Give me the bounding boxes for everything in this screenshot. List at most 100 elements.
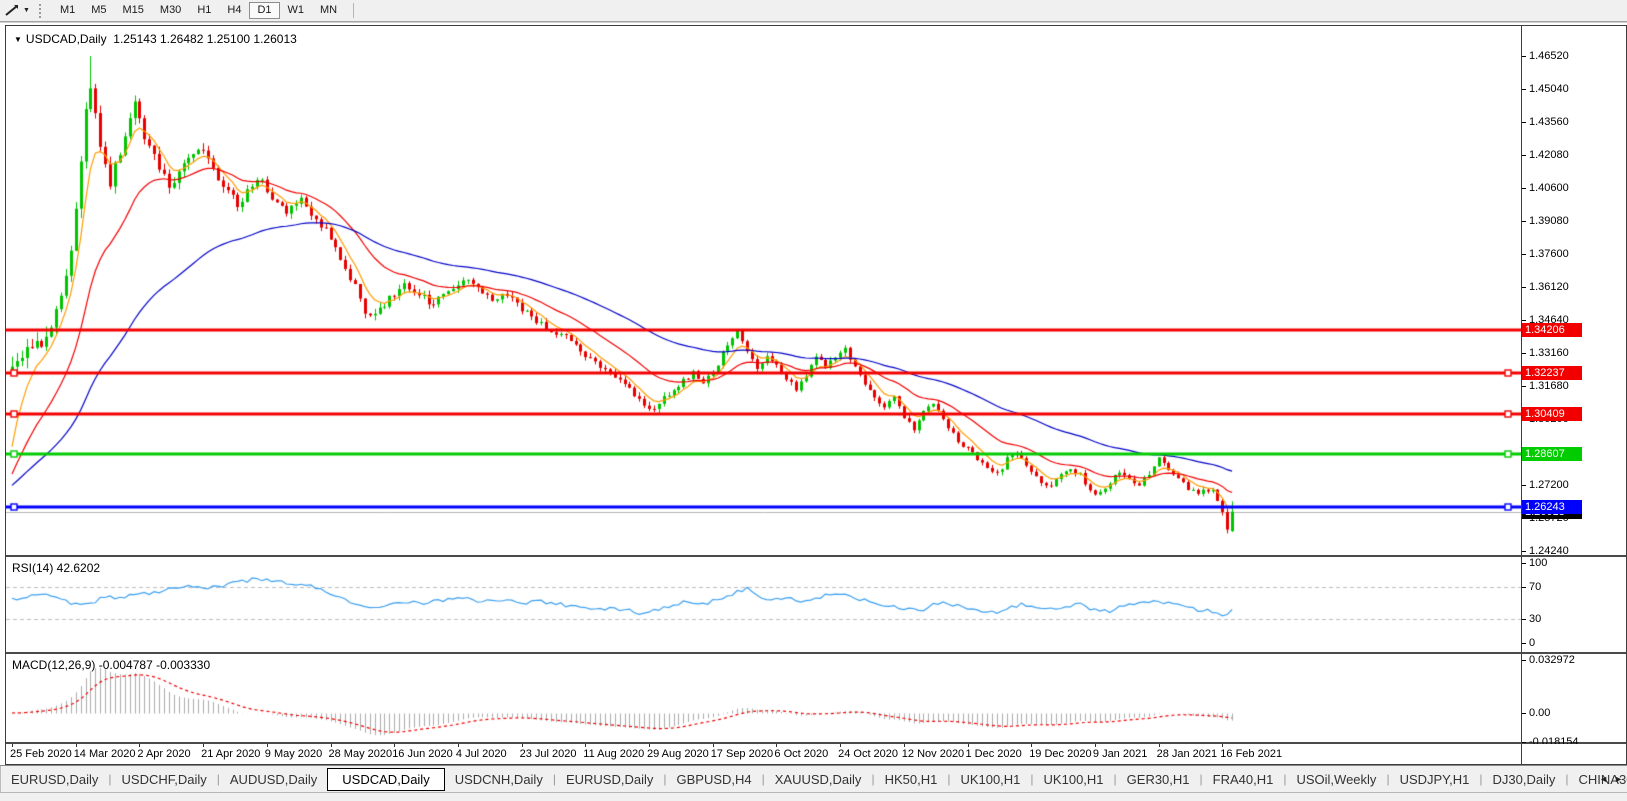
price-tick-mark — [1522, 485, 1526, 486]
date-label: 1 Dec 2020 — [966, 748, 1022, 760]
date-tick-mark — [139, 744, 140, 747]
date-label: 12 Nov 2020 — [902, 748, 964, 760]
rsi-tick-mark — [1522, 563, 1526, 564]
macd-tick-label: 0.032972 — [1529, 654, 1575, 666]
timeframe-button-m15[interactable]: M15 — [115, 2, 152, 19]
date-tick-mark — [968, 744, 969, 747]
rsi-tick-mark — [1522, 619, 1526, 620]
price-tick-mark — [1522, 221, 1526, 222]
tab-scroll-right-icon[interactable]: ► — [1614, 774, 1623, 784]
price-tick-mark — [1522, 287, 1526, 288]
timeframe-button-h1[interactable]: H1 — [189, 2, 219, 19]
rsi-tick-label: 100 — [1529, 557, 1547, 569]
date-tick-mark — [1095, 744, 1096, 747]
date-label: 28 Jan 2021 — [1157, 748, 1218, 760]
bottom-tab-usoil-weekly[interactable]: USOil,Weekly — [1286, 769, 1386, 790]
bottom-tab-xauusd-daily[interactable]: XAUUSD,Daily — [765, 769, 872, 790]
date-axis-corner — [1521, 744, 1626, 764]
timeframe-button-mn[interactable]: MN — [312, 2, 345, 19]
rsi-panel: RSI(14) 42.6202 10070300 — [6, 557, 1626, 654]
bottom-tab-fra40-h1[interactable]: FRA40,H1 — [1203, 769, 1284, 790]
date-label: 25 Feb 2020 — [10, 748, 72, 760]
rsi-axis: 10070300 — [1521, 557, 1626, 652]
macd-tick-mark — [1522, 713, 1526, 714]
date-label: 29 Aug 2020 — [647, 748, 709, 760]
hline-price-tag-1.34206: 1.34206 — [1522, 323, 1582, 337]
bottom-tab-eurusd-daily[interactable]: EURUSD,Daily — [556, 769, 663, 790]
price-tick-mark — [1522, 188, 1526, 189]
price-tick-label: 1.37600 — [1529, 248, 1569, 260]
date-tick-mark — [12, 744, 13, 747]
bottom-tab-audusd-daily[interactable]: AUDUSD,Daily — [220, 769, 327, 790]
price-tick-label: 1.27200 — [1529, 479, 1569, 491]
date-label: 14 Mar 2020 — [74, 748, 136, 760]
chart-title: ▼USDCAD,Daily 1.25143 1.26482 1.25100 1.… — [14, 32, 297, 46]
macd-canvas[interactable] — [6, 654, 1521, 742]
date-label: 9 May 2020 — [265, 748, 322, 760]
bottom-tab-uk100-h1[interactable]: UK100,H1 — [950, 769, 1030, 790]
dropdown-arrow-icon[interactable]: ▼ — [23, 7, 30, 14]
rsi-label: RSI(14) 42.6202 — [12, 561, 100, 575]
bottom-tab-usdcnh-daily[interactable]: USDCNH,Daily — [445, 769, 553, 790]
price-tick-mark — [1522, 56, 1526, 57]
trendline-tool-icon — [4, 4, 20, 17]
price-tick-label: 1.42080 — [1529, 149, 1569, 161]
timeframe-button-d1[interactable]: D1 — [249, 2, 279, 19]
date-tick-mark — [394, 744, 395, 747]
date-label: 24 Oct 2020 — [838, 748, 898, 760]
bottom-tab-ger30-h1[interactable]: GER30,H1 — [1117, 769, 1200, 790]
rsi-tick-label: 70 — [1529, 581, 1541, 593]
main-chart-canvas[interactable] — [6, 26, 1521, 555]
bottom-tab-gbpusd-h4[interactable]: GBPUSD,H4 — [666, 769, 761, 790]
timeframe-button-h4[interactable]: H4 — [219, 2, 249, 19]
price-tick-mark — [1522, 320, 1526, 321]
hline-price-tag-1.32237: 1.32237 — [1522, 366, 1582, 380]
date-tick-mark — [585, 744, 586, 747]
date-label: 4 Jul 2020 — [456, 748, 507, 760]
rsi-canvas[interactable] — [6, 557, 1521, 652]
tab-scroll-left-icon[interactable]: ◄ — [1599, 774, 1608, 784]
hline-price-tag-1.26243: 1.26243 — [1522, 500, 1582, 514]
price-axis: 1.465201.450401.435601.420801.406001.390… — [1521, 26, 1626, 555]
date-label: 6 Oct 2020 — [774, 748, 828, 760]
macd-tick-label: 0.00 — [1529, 707, 1550, 719]
timeframe-button-m30[interactable]: M30 — [152, 2, 189, 19]
date-label: 9 Jan 2021 — [1093, 748, 1147, 760]
date-label: 16 Feb 2021 — [1220, 748, 1282, 760]
price-tick-mark — [1522, 122, 1526, 123]
price-tick-label: 1.45040 — [1529, 83, 1569, 95]
date-tick-mark — [1031, 744, 1032, 747]
draw-tool-button[interactable]: ▼ — [4, 4, 30, 17]
timeframe-button-w1[interactable]: W1 — [280, 2, 313, 19]
chart-tab-bar: EURUSD,Daily|USDCHF,Daily|AUDUSD,DailyUS… — [0, 765, 1627, 792]
price-tick-label: 1.33160 — [1529, 347, 1569, 359]
chart-symbol-label: USDCAD,Daily — [26, 32, 107, 46]
date-tick-mark — [840, 744, 841, 747]
bottom-tab-hk50-h1[interactable]: HK50,H1 — [875, 769, 948, 790]
timeframe-button-m5[interactable]: M5 — [83, 2, 114, 19]
hline-price-tag-1.30409: 1.30409 — [1522, 407, 1582, 421]
price-tick-label: 1.39080 — [1529, 215, 1569, 227]
bottom-tab-usdchf-daily[interactable]: USDCHF,Daily — [112, 769, 217, 790]
price-tick-label: 1.36120 — [1529, 281, 1569, 293]
price-tick-mark — [1522, 551, 1526, 552]
date-tick-mark — [203, 744, 204, 747]
rsi-tick-label: 0 — [1529, 637, 1535, 649]
rsi-tick-mark — [1522, 587, 1526, 588]
date-tick-mark — [76, 744, 77, 747]
bottom-tab-usdcad-daily[interactable]: USDCAD,Daily — [327, 768, 444, 791]
bottom-tab-dj30-daily[interactable]: DJ30,Daily — [1483, 769, 1566, 790]
toolbar-grip — [39, 4, 44, 18]
date-tick-mark — [331, 744, 332, 747]
date-tick-mark — [904, 744, 905, 747]
bottom-tab-uk100-h1[interactable]: UK100,H1 — [1034, 769, 1114, 790]
timeframe-button-m1[interactable]: M1 — [52, 2, 83, 19]
chart-collapse-icon[interactable]: ▼ — [14, 35, 22, 44]
date-label: 16 Jun 2020 — [392, 748, 453, 760]
price-tick-label: 1.43560 — [1529, 116, 1569, 128]
bottom-tab-eurusd-daily[interactable]: EURUSD,Daily — [1, 769, 108, 790]
rsi-tick-mark — [1522, 643, 1526, 644]
toolbar-divider — [353, 3, 354, 18]
bottom-tab-usdjpy-h1[interactable]: USDJPY,H1 — [1390, 769, 1480, 790]
price-tick-mark — [1522, 155, 1526, 156]
